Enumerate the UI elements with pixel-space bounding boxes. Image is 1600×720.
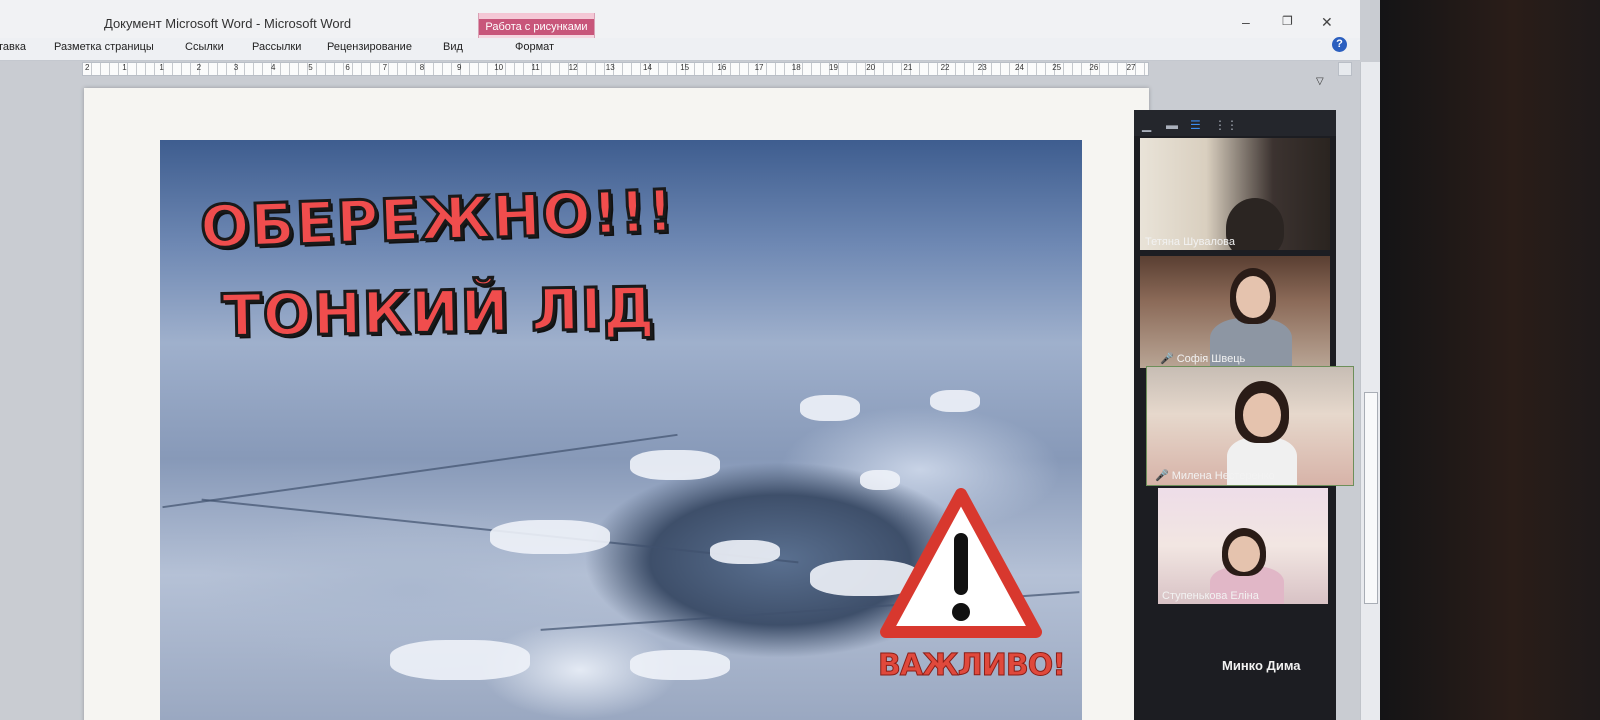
ruler-toggle-icon[interactable] bbox=[1338, 62, 1352, 76]
tab-view[interactable]: Вид bbox=[443, 41, 463, 53]
mic-muted-icon: 🎤 bbox=[1155, 470, 1169, 482]
ruler-number: 5 bbox=[308, 63, 313, 72]
participant-video bbox=[1243, 393, 1281, 437]
ruler-number: 16 bbox=[717, 63, 727, 72]
desk-background bbox=[1380, 0, 1600, 720]
ruler-number: 1 bbox=[159, 63, 164, 72]
ice-chunk bbox=[860, 470, 900, 490]
ice-crack bbox=[162, 433, 678, 509]
ruler-number: 13 bbox=[605, 63, 615, 72]
participant-name: 🎤 Софія Швець bbox=[1160, 352, 1245, 365]
ruler-number: 24 bbox=[1015, 63, 1024, 72]
ice-chunk bbox=[800, 395, 860, 421]
ruler-number: 15 bbox=[680, 63, 690, 72]
ruler-number: 1 bbox=[122, 63, 127, 72]
ruler-number: 9 bbox=[457, 63, 462, 72]
gallery-view-icon[interactable]: ⋮⋮ bbox=[1214, 118, 1238, 132]
ruler-number: 14 bbox=[643, 63, 652, 72]
ruler-number: 12 bbox=[568, 63, 578, 72]
ice-chunk bbox=[490, 520, 610, 554]
participant-tile[interactable]: Минко Дима bbox=[1140, 610, 1330, 720]
ruler-number: 17 bbox=[754, 63, 764, 72]
ruler-numbers: 2 1 1 2 3 4 5 6 7 8 9 10 11 12 13 14 15 16 17 18 19 20 21 22 23 2… bbox=[83, 62, 1148, 74]
participant-video bbox=[1228, 536, 1260, 572]
restore-button[interactable]: ❐ bbox=[1282, 14, 1293, 28]
picture-tools-label: Работа с рисунками bbox=[479, 19, 594, 35]
minimize-icon[interactable]: ▁ bbox=[1142, 118, 1151, 132]
ruler-number: 21 bbox=[903, 63, 913, 72]
horizontal-ruler[interactable]: 2 1 1 2 3 4 5 6 7 8 9 10 11 12 13 14 15 16 17 18 19 20 21 22 23 2… bbox=[82, 62, 1149, 76]
tab-format[interactable]: Формат bbox=[515, 41, 554, 53]
window-icon[interactable]: ▬ bbox=[1166, 118, 1178, 132]
ruler-number: 4 bbox=[271, 63, 276, 72]
help-icon[interactable]: ? bbox=[1332, 37, 1347, 52]
tab-insert[interactable]: тавка bbox=[0, 41, 26, 53]
zoom-gallery-panel: ▁ ▬ ☰ ⋮⋮ Тетяна Шувалова 🎤 Софія Швець 🎤 М… bbox=[1134, 110, 1354, 720]
participant-name: Тетяна Шувалова bbox=[1145, 236, 1236, 248]
ice-chunk bbox=[630, 450, 720, 480]
close-button[interactable]: ✕ bbox=[1321, 14, 1333, 31]
mic-muted-icon: 🎤 bbox=[1160, 353, 1174, 365]
participant-tile[interactable]: 🎤 Софія Швець bbox=[1140, 256, 1330, 368]
ruler-number: 27 bbox=[1126, 63, 1136, 72]
participant-name: Ступенькова Еліна bbox=[1162, 590, 1259, 602]
ice-chunk bbox=[710, 540, 780, 564]
participant-tile-active[interactable]: 🎤 Милена Нестеренко bbox=[1146, 366, 1354, 486]
ice-chunk bbox=[930, 390, 980, 412]
headline-thin-ice: ТОНКИЙ ЛІД bbox=[220, 273, 658, 352]
minimize-button[interactable]: – bbox=[1242, 14, 1250, 30]
ice-chunk bbox=[390, 640, 530, 680]
ice-chunk bbox=[630, 650, 730, 680]
ruler-number: 2 bbox=[85, 63, 90, 72]
ruler-number: 6 bbox=[345, 63, 350, 72]
ruler-number: 26 bbox=[1089, 63, 1099, 72]
participant-video bbox=[1236, 276, 1270, 318]
scrollbar-thumb[interactable] bbox=[1364, 392, 1378, 604]
participant-name-text: Софія Швець bbox=[1176, 353, 1246, 365]
zoom-toolbar: ▁ ▬ ☰ ⋮⋮ bbox=[1134, 110, 1336, 136]
tab-page-layout[interactable]: Разметка страницы bbox=[54, 41, 154, 53]
participant-name: 🎤 Милена Нестеренко bbox=[1155, 469, 1275, 482]
tab-mailings[interactable]: Рассылки bbox=[252, 41, 301, 53]
participant-tile[interactable]: Ступенькова Еліна bbox=[1158, 488, 1328, 604]
participant-tile[interactable]: Тетяна Шувалова bbox=[1140, 138, 1330, 250]
speaker-view-icon[interactable]: ☰ bbox=[1190, 118, 1201, 132]
title-bar: Документ Microsoft Word - Microsoft Word… bbox=[0, 0, 1360, 38]
participant-name: Минко Дима bbox=[1222, 658, 1301, 673]
ruler-number: 7 bbox=[382, 63, 388, 72]
ruler-number: 8 bbox=[419, 63, 425, 72]
important-label: ВАЖЛИВО! bbox=[878, 648, 1067, 684]
warning-triangle-icon bbox=[880, 488, 1042, 638]
vertical-scrollbar[interactable] bbox=[1360, 62, 1380, 720]
tab-review[interactable]: Рецензирование bbox=[327, 41, 412, 53]
ruler-number: 22 bbox=[940, 63, 950, 72]
ruler-number: 19 bbox=[829, 63, 838, 72]
tab-references[interactable]: Ссылки bbox=[185, 41, 224, 53]
ruler-number: 18 bbox=[791, 63, 801, 72]
ruler-number: 3 bbox=[233, 63, 239, 72]
ribbon-tabs: тавка Разметка страницы Ссылки Рассылки … bbox=[0, 38, 1360, 87]
ruler-number: 11 bbox=[531, 63, 540, 72]
ruler-number: 10 bbox=[494, 63, 504, 72]
word-window: Документ Microsoft Word - Microsoft Word… bbox=[0, 0, 1380, 720]
participant-name-text: Милена Нестеренко bbox=[1171, 470, 1275, 482]
ruler-number: 23 bbox=[977, 63, 987, 72]
ruler-number: 20 bbox=[866, 63, 876, 72]
ribbon-collapse-chevron-icon[interactable]: ▽ bbox=[1316, 76, 1324, 87]
ruler-number: 2 bbox=[196, 63, 202, 72]
window-title: Документ Microsoft Word - Microsoft Word bbox=[104, 16, 352, 31]
ruler-number: 25 bbox=[1052, 63, 1062, 72]
